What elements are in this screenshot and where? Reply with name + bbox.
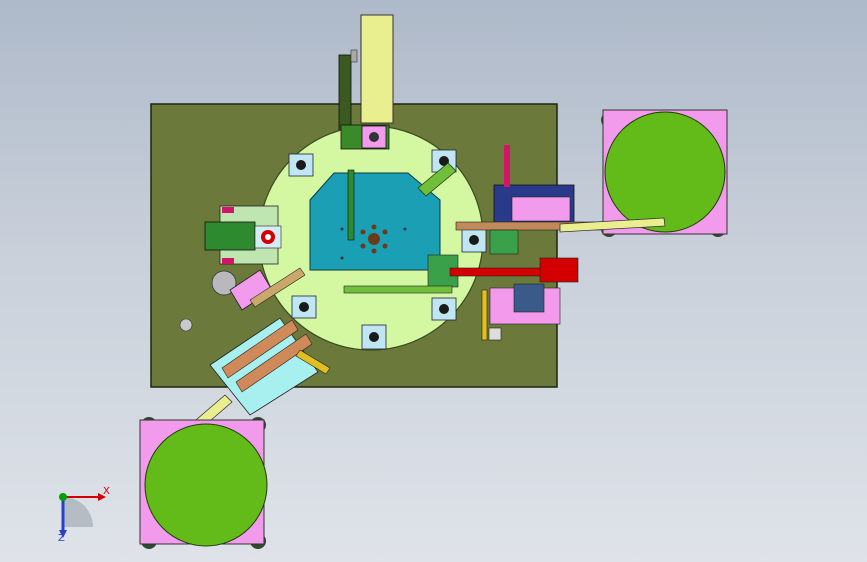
x-axis-label: X xyxy=(103,486,110,497)
vibratory-bowl-bottom-left[interactable] xyxy=(139,417,268,549)
station-fixture[interactable] xyxy=(431,297,457,321)
station-fixture[interactable] xyxy=(361,324,387,350)
station-fixture[interactable] xyxy=(461,227,487,253)
coordinate-triad xyxy=(59,493,106,538)
vibratory-bowl-top-right[interactable] xyxy=(559,109,728,237)
station-fixture[interactable] xyxy=(291,295,317,319)
station-fixture[interactable] xyxy=(288,153,314,177)
z-axis-label: Z xyxy=(58,533,65,544)
cad-viewport[interactable] xyxy=(0,0,867,562)
